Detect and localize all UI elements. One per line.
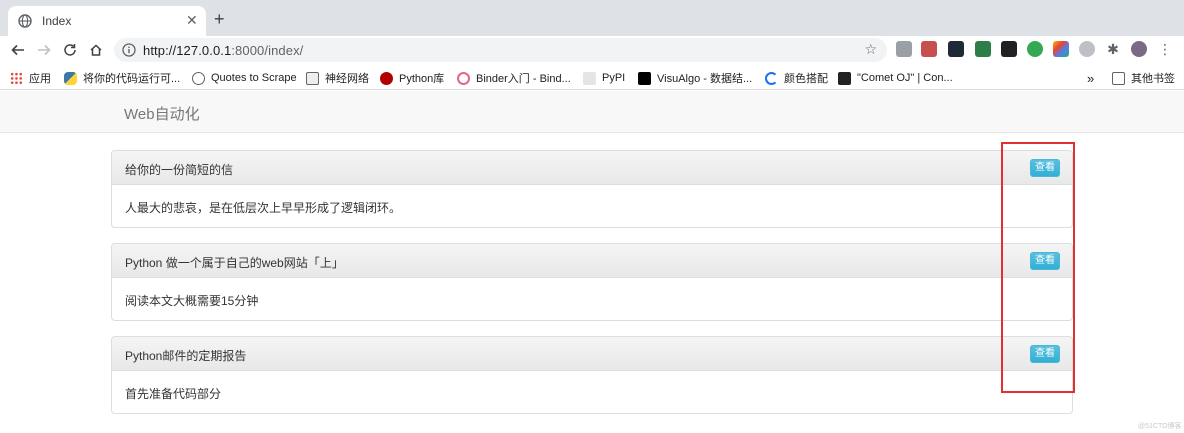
neural-net-icon [306, 71, 319, 85]
camera-extension-icon[interactable] [896, 41, 912, 57]
apps-grid-icon [10, 71, 23, 85]
close-tab-icon[interactable]: ✕ [186, 13, 198, 27]
visualgo-icon [638, 71, 651, 85]
reload-icon[interactable] [60, 40, 80, 60]
palette-extension-icon[interactable] [1053, 41, 1069, 57]
binder-icon [457, 71, 470, 85]
new-tab-button[interactable]: + [214, 10, 225, 28]
bookmark-label: Quotes to Scrape [211, 72, 297, 84]
bookmark-label: VisuAlgo - 数据结... [657, 73, 753, 85]
bookmark-label: 颜色搭配 [784, 73, 828, 85]
panel-heading: Python邮件的定期报告 查看 [112, 337, 1072, 371]
watermark: @51CTO博客 [1138, 423, 1182, 430]
bookmarks-bar: 应用 将你的代码运行可... Quotes to Scrape 神经网络 Pyt… [0, 64, 1184, 90]
panel-text: 首先准备代码部分 [125, 387, 222, 401]
panel-body: 人最大的悲哀，是在低层次上早早形成了逻辑闭环。 [112, 185, 1072, 227]
python-lib-icon [380, 71, 393, 85]
bookmark-python-lib[interactable]: Python库 [380, 70, 444, 86]
bookmark-visualgo[interactable]: VisuAlgo - 数据结... [638, 70, 752, 86]
article-panel: 给你的一份简短的信 查看 人最大的悲哀，是在低层次上早早形成了逻辑闭环。 [111, 150, 1073, 228]
n-extension-icon[interactable] [1027, 41, 1043, 57]
bookmark-binder[interactable]: Binder入门 - Bind... [457, 70, 571, 86]
browser-toolbar: http://127.0.0.1:8000/index/ ☆ ✱ ⋮ [0, 36, 1184, 64]
globe-icon [18, 14, 32, 28]
bookmark-pypi[interactable]: PyPI [583, 70, 625, 86]
back-arrow-icon[interactable] [8, 40, 28, 60]
globe-icon [192, 71, 205, 85]
bookmark-neural-net[interactable]: 神经网络 [306, 70, 369, 86]
panel-text: 阅读本文大概需要15分钟 [125, 294, 259, 308]
tab-strip: Index ✕ + [0, 0, 1184, 36]
article-panel: Python邮件的定期报告 查看 首先准备代码部分 [111, 336, 1073, 414]
python-icon [64, 71, 77, 85]
panel-body: 首先准备代码部分 [112, 371, 1072, 413]
comet-oj-icon [838, 71, 851, 85]
monitor-extension-icon[interactable] [921, 41, 937, 57]
folder-icon [1112, 71, 1125, 85]
bookmark-comet-oj[interactable]: "Comet OJ" | Con... [838, 70, 953, 86]
info-icon[interactable] [122, 43, 136, 57]
tab-index[interactable]: Index ✕ [8, 6, 206, 36]
panel-body: 阅读本文大概需要15分钟 [112, 278, 1072, 320]
url-text: http://127.0.0.1:8000/index/ [143, 43, 303, 58]
bookmark-label: Binder入门 - Bind... [476, 73, 571, 85]
puzzle-extensions-icon[interactable]: ✱ [1105, 41, 1121, 57]
panel-title: Python 做一个属于自己的web网站「上」 [125, 256, 344, 270]
bookmark-label: "Comet OJ" | Con... [857, 72, 953, 84]
bookmarks-overflow-button[interactable]: » [1087, 70, 1094, 86]
article-panel: Python 做一个属于自己的web网站「上」 查看 阅读本文大概需要15分钟 [111, 243, 1073, 321]
navbar-brand[interactable]: Web自动化 [124, 103, 200, 124]
x-extension-icon[interactable] [1001, 41, 1017, 57]
url-host: http://127.0.0.1 [143, 43, 232, 58]
glasses-extension-icon[interactable] [948, 41, 964, 57]
bookmark-label: 将你的代码运行可... [83, 73, 181, 85]
on-extension-icon[interactable] [975, 41, 991, 57]
home-icon[interactable] [86, 40, 106, 60]
panel-heading: 给你的一份简短的信 查看 [112, 151, 1072, 185]
bookmark-star-icon[interactable]: ☆ [864, 41, 877, 58]
pypi-icon [583, 71, 596, 85]
panel-heading: Python 做一个属于自己的web网站「上」 查看 [112, 244, 1072, 278]
color-c-icon [765, 71, 778, 85]
gear-extension-icon[interactable] [1079, 41, 1095, 57]
address-bar[interactable]: http://127.0.0.1:8000/index/ ☆ [114, 38, 887, 62]
panel-text: 人最大的悲哀，是在低层次上早早形成了逻辑闭环。 [125, 201, 402, 215]
other-bookmarks[interactable]: 其他书签 [1112, 70, 1175, 86]
bookmark-label: 神经网络 [325, 73, 369, 85]
panel-title: Python邮件的定期报告 [125, 349, 247, 363]
annotation-highlight-box [1001, 142, 1075, 393]
avatar[interactable] [1131, 41, 1147, 57]
other-bookmarks-label: 其他书签 [1131, 73, 1175, 85]
bookmark-label: 应用 [29, 73, 51, 85]
page-navbar: Web自动化 [0, 91, 1184, 133]
panel-title: 给你的一份简短的信 [125, 163, 234, 177]
bookmark-label: Python库 [399, 73, 445, 85]
bookmark-quotes[interactable]: Quotes to Scrape [192, 70, 297, 86]
forward-arrow-icon[interactable] [34, 40, 54, 60]
bookmark-apps[interactable]: 应用 [10, 70, 51, 86]
bookmark-label: PyPI [602, 72, 626, 84]
url-path: :8000/index/ [231, 43, 304, 58]
menu-kebab-icon[interactable]: ⋮ [1157, 41, 1173, 57]
bookmark-color[interactable]: 颜色搭配 [765, 70, 828, 86]
tab-title: Index [42, 14, 72, 28]
bookmark-python-run[interactable]: 将你的代码运行可... [64, 70, 180, 86]
